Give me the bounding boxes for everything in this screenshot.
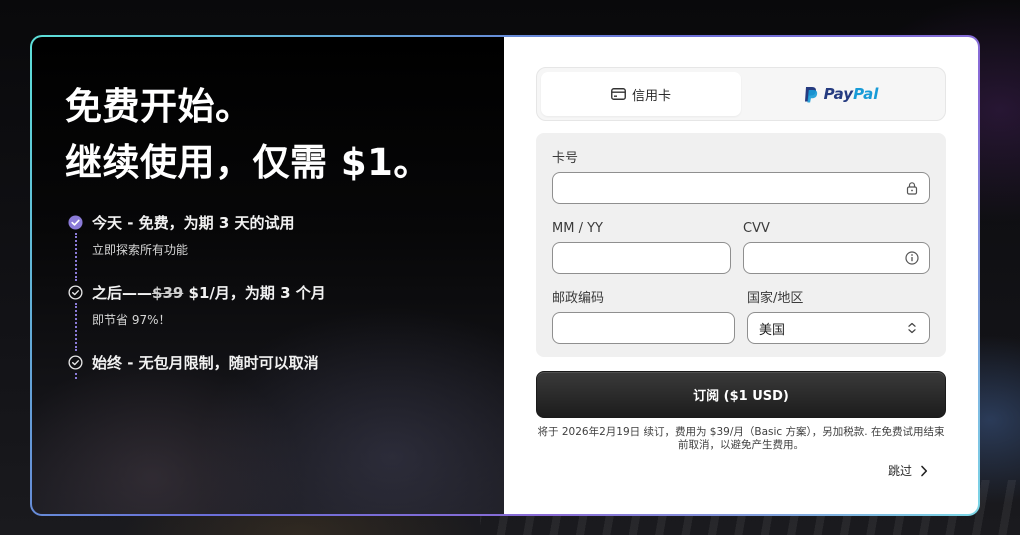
- feature-item-today: 今天 - 免费，为期 3 天的试用 立即探索所有功能: [65, 213, 504, 283]
- promo-headline: 免费开始。 继续使用，仅需 $1。: [65, 79, 504, 191]
- old-price: $39: [152, 284, 184, 302]
- feature-title: 始终 - 无包月限制，随时可以取消: [92, 354, 319, 372]
- feature-title-prefix: 之后——: [92, 284, 153, 302]
- expiry-input[interactable]: [553, 243, 730, 273]
- chevron-right-icon: [921, 465, 928, 476]
- timeline-connector: [75, 303, 77, 351]
- feature-title-suffix: $1/月，为期 3 个月: [183, 284, 326, 302]
- paypal-word-pal: Pal: [853, 85, 879, 103]
- lock-icon: [906, 182, 918, 195]
- headline-line-2: 继续使用，仅需 $1。: [65, 141, 431, 184]
- timeline-connector: [75, 233, 77, 281]
- paypal-word-pay: Pay: [823, 85, 854, 103]
- headline-line-1: 免费开始。: [65, 85, 253, 128]
- expiry-label: MM / YY: [552, 221, 603, 236]
- info-icon[interactable]: [905, 251, 919, 265]
- payment-method-tabs: 信用卡 PayPal: [536, 67, 946, 121]
- checkout-modal: 免费开始。 继续使用，仅需 $1。 今天 - 免费，为期 3 天的试用 立即探索…: [30, 35, 980, 516]
- card-number-field: [552, 172, 930, 204]
- skip-link[interactable]: 跳过: [888, 462, 928, 479]
- zip-input[interactable]: [553, 313, 734, 343]
- feature-timeline: 今天 - 免费，为期 3 天的试用 立即探索所有功能 之后——$39 $1/月，…: [65, 213, 504, 383]
- chevron-up-down-icon: [908, 322, 916, 334]
- skip-label: 跳过: [887, 464, 912, 478]
- subscribe-button[interactable]: 订阅 ($1 USD): [536, 371, 946, 418]
- country-selected-value: 美国: [759, 322, 786, 338]
- card-form: 卡号 MM / YY CVV 邮政编码 国家/地区 美国: [536, 133, 946, 357]
- card-number-input[interactable]: [553, 173, 929, 203]
- paypal-logo-icon: [804, 86, 817, 102]
- cvv-field: [743, 242, 930, 274]
- zip-label: 邮政编码: [552, 291, 605, 306]
- check-outline-icon: [68, 285, 83, 300]
- feature-item-after: 之后——$39 $1/月，为期 3 个月 即节省 97%！: [65, 283, 504, 353]
- tab-credit-card[interactable]: 信用卡: [541, 72, 741, 116]
- country-select[interactable]: 美国: [747, 312, 930, 344]
- renewal-terms: 将于 2026年2月19日 续订，费用为 $39/月（Basic 方案），另加税…: [537, 426, 945, 451]
- payment-panel: 信用卡 PayPal 卡号 MM / YY CVV 邮政编码 国家/地区 美国 …: [504, 37, 978, 514]
- timeline-connector: [75, 373, 77, 379]
- paypal-wordmark: PayPal: [824, 85, 879, 103]
- check-outline-icon: [68, 355, 83, 370]
- cvv-label: CVV: [743, 221, 770, 236]
- promo-panel: 免费开始。 继续使用，仅需 $1。 今天 - 免费，为期 3 天的试用 立即探索…: [32, 37, 504, 514]
- zip-field: [552, 312, 735, 344]
- cvv-input[interactable]: [744, 243, 929, 273]
- feature-subtitle: 立即探索所有功能: [92, 243, 189, 257]
- feature-title: 之后——$39 $1/月，为期 3 个月: [92, 283, 504, 303]
- country-label: 国家/地区: [747, 291, 804, 306]
- feature-item-always: 始终 - 无包月限制，随时可以取消: [65, 353, 504, 383]
- feature-subtitle: 即节省 97%！: [92, 313, 171, 327]
- tab-credit-card-label: 信用卡: [631, 88, 671, 104]
- check-filled-icon: [68, 215, 83, 230]
- credit-card-icon: [611, 88, 626, 100]
- feature-title: 今天 - 免费，为期 3 天的试用: [92, 214, 295, 232]
- expiry-field: [552, 242, 731, 274]
- tab-paypal[interactable]: PayPal: [741, 72, 941, 116]
- card-number-label: 卡号: [552, 151, 579, 166]
